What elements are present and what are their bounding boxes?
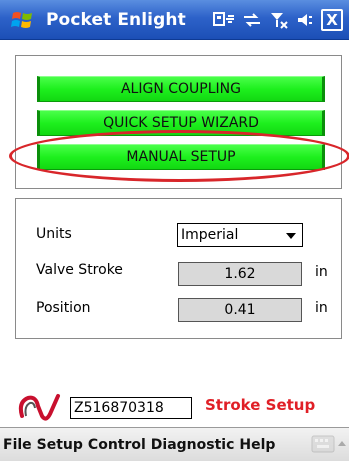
valve-stroke-value: 1.62 [178,262,302,286]
menu-diagnostic[interactable]: Diagnostic [151,437,235,453]
keyboard-icon[interactable] [311,435,335,453]
align-coupling-button[interactable]: ALIGN COUPLING [37,76,325,102]
valve-stroke-label: Valve Stroke [36,262,123,278]
units-label: Units [36,226,72,242]
menu-setup[interactable]: Setup [37,437,83,453]
chevron-up-icon[interactable] [338,441,346,446]
position-label: Position [36,300,91,316]
volume-icon[interactable] [296,11,314,29]
menu-help[interactable]: Help [239,437,275,453]
chevron-down-icon[interactable] [286,233,296,239]
close-button[interactable]: X [321,9,343,31]
signal-icon[interactable] [269,11,289,29]
units-select[interactable]: Imperial [177,223,303,247]
position-unit: in [315,300,328,316]
menu-control[interactable]: Control [88,437,146,453]
windows-start-icon[interactable] [10,8,36,32]
settings-panel: Units Imperial Valve Stroke 1.62 in Posi… [15,198,342,339]
serial-number-field: Z516870318 [70,397,192,419]
valve-stroke-unit: in [315,264,328,280]
app-title: Pocket Enlight [46,10,186,30]
screen-title: Stroke Setup [205,396,316,414]
units-value: Imperial [181,227,239,243]
status-icons: X [213,8,343,32]
actions-panel: ALIGN COUPLING QUICK SETUP WIZARD MANUAL… [15,55,342,189]
title-bar: Pocket Enlight X [0,0,349,40]
menu-bar: File Setup Control Diagnostic Help [0,427,349,461]
company-logo [18,394,60,421]
position-value: 0.41 [178,298,302,322]
sync-icon[interactable] [242,11,262,29]
quick-setup-wizard-button[interactable]: QUICK SETUP WIZARD [37,110,325,136]
menu-file[interactable]: File [3,437,32,453]
manual-setup-button[interactable]: MANUAL SETUP [37,144,325,170]
connectivity-icon[interactable] [213,11,235,29]
